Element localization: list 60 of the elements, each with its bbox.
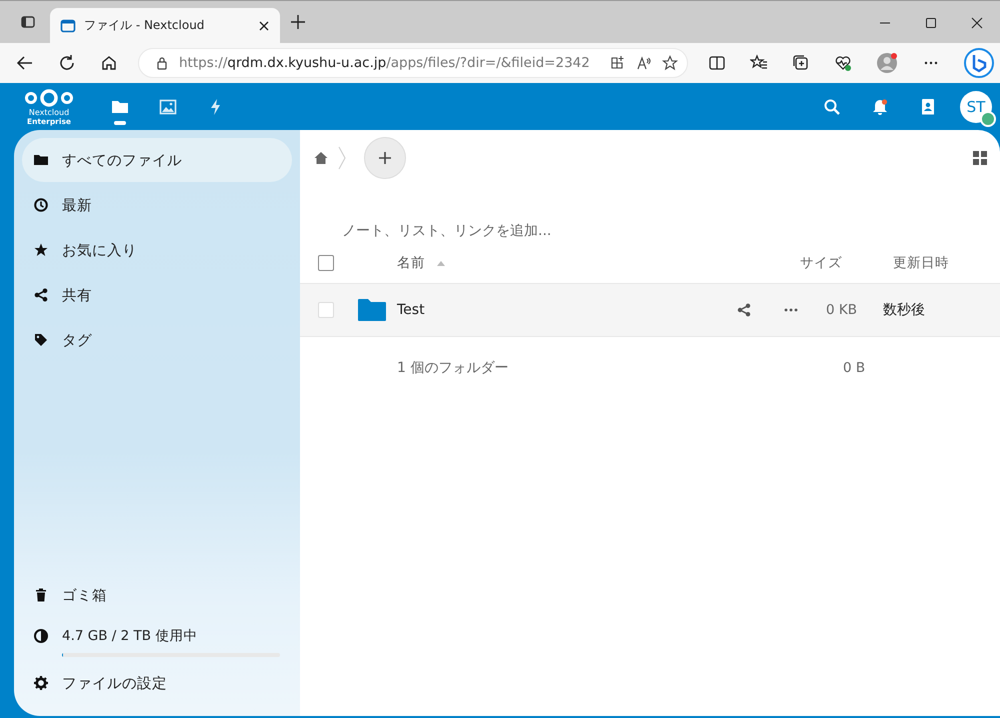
close-icon[interactable]: [971, 17, 983, 29]
pie-chart-icon: [34, 629, 48, 643]
address-field[interactable]: https://qrdm.dx.kyushu-u.ac.jp/apps/files/?dir=/&fileid=2342: [138, 48, 688, 78]
profile-avatar-icon[interactable]: [876, 52, 898, 74]
star-outline-icon[interactable]: [662, 55, 678, 71]
file-size: 0 KB: [826, 302, 857, 318]
plus-icon: [378, 151, 392, 165]
sidebar-item[interactable]: すべてのファイル: [22, 138, 292, 182]
back-arrow-icon[interactable]: [16, 54, 34, 72]
browser-tab[interactable]: ファイル - Nextcloud: [50, 8, 280, 43]
select-all-checkbox[interactable]: [318, 255, 334, 271]
split-screen-icon[interactable]: [708, 54, 726, 72]
home-icon[interactable]: [100, 54, 118, 72]
contacts-icon[interactable]: [919, 98, 937, 116]
gear-icon: [34, 676, 48, 690]
notification-bell-icon[interactable]: [871, 98, 889, 116]
image-icon: [159, 98, 177, 116]
modified-time: 数秒後: [883, 301, 925, 319]
read-aloud-icon[interactable]: [636, 55, 652, 71]
note-input-field[interactable]: ノート、リスト、リンクを追加...: [340, 219, 744, 243]
reload-icon[interactable]: [58, 54, 76, 72]
sidebar-item[interactable]: タグ: [22, 318, 292, 362]
tag-icon: [34, 333, 48, 347]
search-icon[interactable]: [823, 98, 841, 116]
sidebar-item[interactable]: ゴミ箱: [22, 573, 292, 617]
collections-icon[interactable]: [792, 54, 810, 72]
maximize-icon[interactable]: [925, 17, 937, 29]
share-icon[interactable]: [737, 303, 751, 317]
folder-count: 1 個のフォルダー: [397, 359, 508, 377]
new-tab-icon[interactable]: [290, 14, 306, 30]
file-name[interactable]: Test: [397, 302, 425, 318]
row-checkbox[interactable]: [318, 302, 334, 318]
heart-pulse-icon[interactable]: [834, 54, 852, 72]
sidebar-item[interactable]: 最新: [22, 183, 292, 227]
chevron-right-icon: [338, 146, 346, 170]
new-button[interactable]: [364, 137, 406, 179]
share-icon: [34, 288, 48, 302]
star-icon: [34, 243, 48, 257]
column-header[interactable]: 更新日時: [893, 254, 949, 272]
app-grid-icon[interactable]: [610, 55, 626, 71]
sidebar-item[interactable]: ファイルの設定: [22, 661, 292, 705]
sort-ascending-icon: [437, 260, 445, 266]
lock-icon: [155, 56, 169, 70]
more-icon[interactable]: [784, 308, 798, 312]
clock-icon: [34, 198, 48, 212]
logo-icon[interactable]: [24, 88, 74, 108]
storage-usage-text: 4.7 GB / 2 TB 使用中: [62, 627, 198, 645]
copilot-icon[interactable]: [964, 48, 994, 78]
file-row[interactable]: Test 0 KB 数秒後: [300, 283, 1000, 337]
total-size: 0 B: [843, 360, 866, 376]
trash-icon: [34, 588, 48, 602]
column-header[interactable]: 名前: [397, 254, 425, 272]
sidebar-item[interactable]: お気に入り: [22, 228, 292, 272]
sidebar-item[interactable]: 共有: [22, 273, 292, 317]
tab-title: ファイル - Nextcloud: [84, 17, 206, 34]
logo-text: Nextcloud: [28, 108, 70, 116]
grid-view-icon[interactable]: [973, 151, 987, 165]
close-icon[interactable]: [258, 20, 270, 32]
tab-actions-icon[interactable]: [20, 14, 36, 30]
column-header[interactable]: サイズ: [800, 254, 842, 272]
